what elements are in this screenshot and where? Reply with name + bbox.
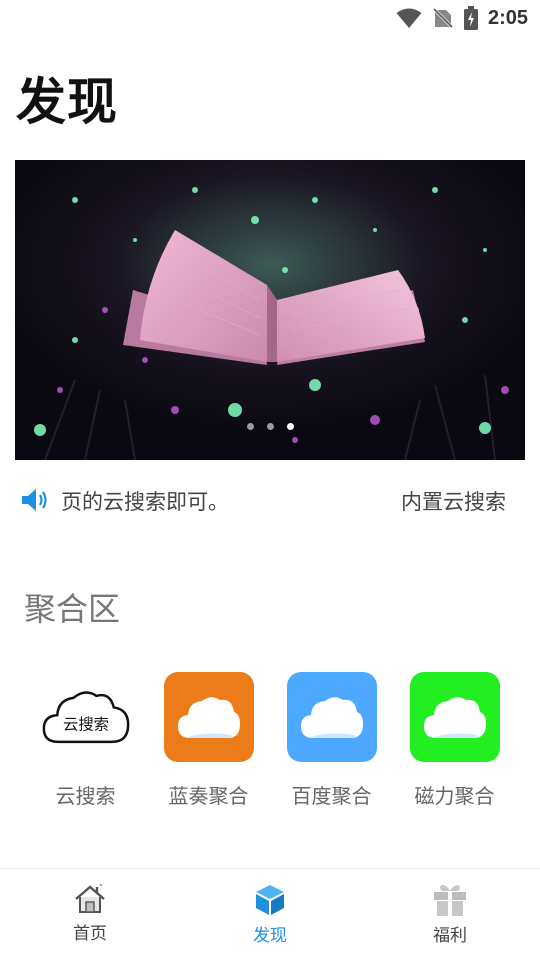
nav-item-welfare[interactable]: 福利 (360, 869, 540, 960)
no-signal-icon (431, 7, 454, 29)
magnet-tile (409, 672, 500, 762)
section-title: 聚合区 (24, 590, 121, 628)
bottom-nav: 首页 发现 福利 (0, 868, 540, 960)
banner-carousel[interactable] (15, 160, 525, 460)
nav-label: 福利 (433, 926, 467, 946)
page-title: 发现 (16, 73, 118, 131)
lanzou-tile (163, 672, 254, 762)
carousel-indicator (15, 423, 525, 430)
nav-item-home[interactable]: 首页 (0, 869, 180, 960)
screen: 2:05 发现 页的云搜索即可。 内置云搜索 聚合区 云搜索 云搜索 蓝奏聚合 … (0, 0, 540, 960)
aggregate-grid: 云搜索 云搜索 蓝奏聚合 百度聚合 磁力聚合 (24, 672, 516, 809)
battery-charging-icon (463, 6, 478, 30)
grid-item-lanzou[interactable]: 蓝奏聚合 (147, 672, 270, 809)
nav-item-discover[interactable]: 发现 (180, 869, 360, 960)
grid-item-baidu[interactable]: 百度聚合 (270, 672, 393, 809)
cloud-icon (423, 697, 486, 738)
cloud-search-icon: 云搜索 (42, 691, 129, 744)
baidu-tile (286, 672, 377, 762)
grid-item-magnet[interactable]: 磁力聚合 (393, 672, 516, 809)
speaker-icon (15, 487, 55, 513)
notice-track: 页的云搜索即可。 内置云搜索 (55, 480, 525, 520)
status-bar: 2:05 (0, 0, 540, 36)
status-time: 2:05 (487, 6, 528, 29)
grid-label: 云搜索 (55, 784, 116, 808)
cloud-icon (300, 697, 363, 738)
cube-icon (256, 885, 284, 915)
gift-icon (434, 885, 466, 916)
wifi-icon (396, 7, 422, 29)
home-icon (75, 883, 105, 913)
grid-item-cloud-search[interactable]: 云搜索 云搜索 (24, 672, 147, 809)
banner-image (15, 160, 525, 460)
notice-bar[interactable]: 页的云搜索即可。 内置云搜索 (15, 480, 525, 520)
cloud-icon (177, 697, 240, 738)
grid-label: 磁力聚合 (414, 784, 495, 808)
notice-text: 页的云搜索即可。 (61, 490, 229, 514)
carousel-dot[interactable] (246, 423, 254, 430)
carousel-dot[interactable] (266, 423, 274, 430)
notice-text: 内置云搜索 (401, 490, 506, 514)
grid-label: 蓝奏聚合 (168, 784, 249, 808)
carousel-dot-active[interactable] (286, 423, 294, 430)
cloud-search-tile: 云搜索 (41, 672, 131, 762)
grid-label: 百度聚合 (291, 784, 372, 808)
cloud-search-text: 云搜索 (63, 715, 109, 733)
nav-label: 首页 (73, 924, 107, 944)
nav-label: 发现 (253, 926, 287, 946)
